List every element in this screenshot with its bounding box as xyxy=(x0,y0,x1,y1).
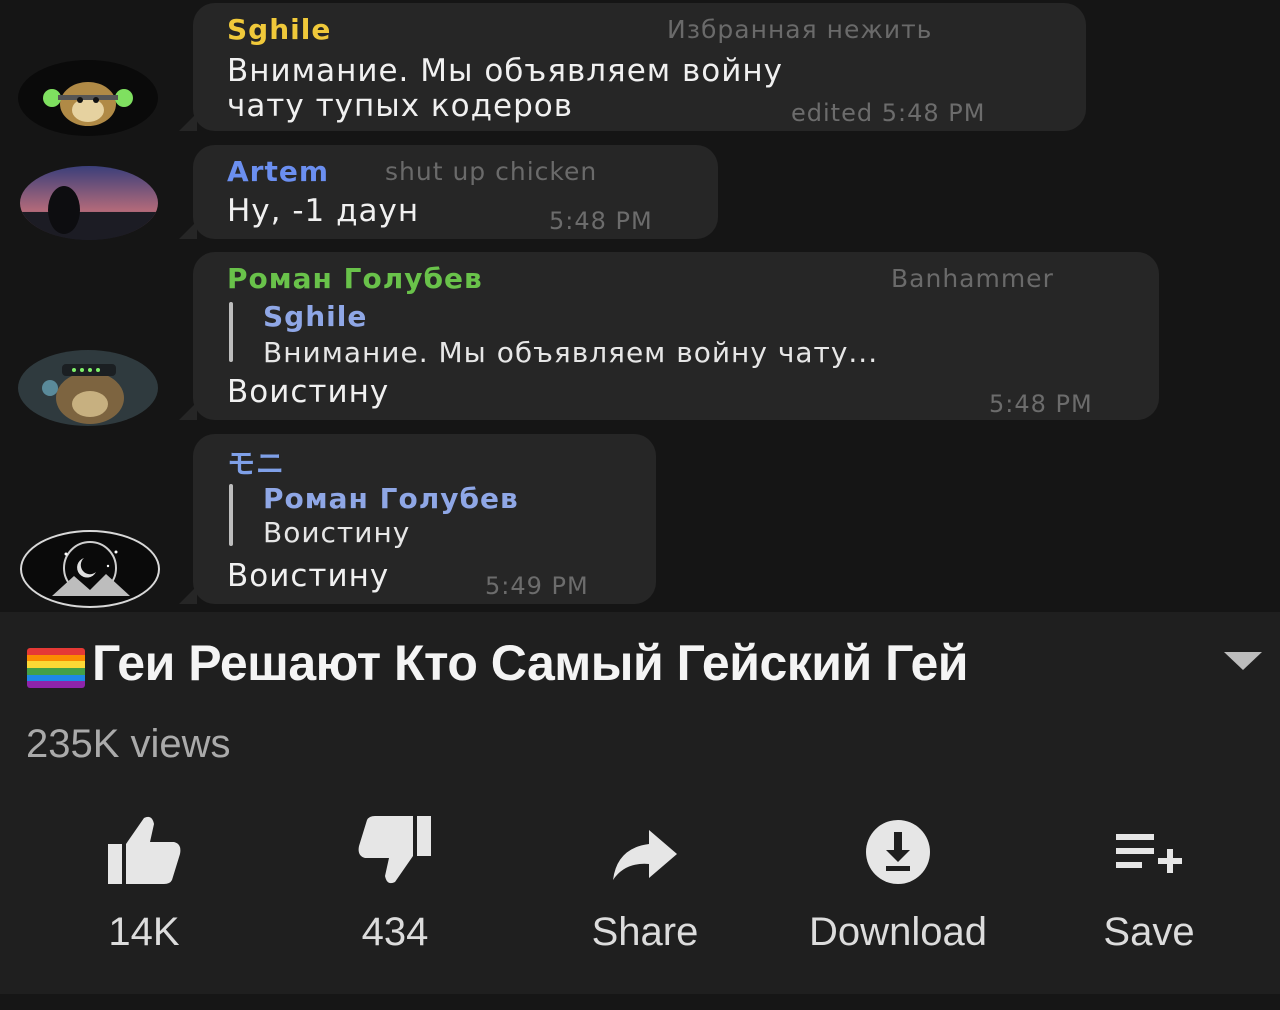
message-bubble[interactable]: Artem shut up chicken Ну, -1 даун 5:48 P… xyxy=(179,145,718,239)
message-time: edited 5:48 PM xyxy=(791,99,986,127)
reply-text[interactable]: Внимание. Мы объявляем войну чату... xyxy=(263,336,878,369)
thumbs-up-icon xyxy=(104,812,184,893)
message-time: 5:49 PM xyxy=(485,572,589,600)
author-rank: Banhammer xyxy=(891,264,1054,293)
reply-author[interactable]: Sghile xyxy=(263,300,367,333)
chat-area: Sghile Избранная нежить Внимание. Мы объ… xyxy=(0,0,1280,612)
share-button[interactable]: Share xyxy=(530,812,760,972)
message-text: Воистину xyxy=(227,374,390,410)
message-text: Воистину xyxy=(227,558,390,594)
divider xyxy=(0,994,1280,1010)
download-button[interactable]: Download xyxy=(783,812,1013,972)
reply-quote-bar xyxy=(229,302,233,362)
video-info-panel: Геи Решают Кто Самый Гейский Гей 235K vi… xyxy=(0,612,1280,1010)
message-author[interactable]: Роман Голубев xyxy=(227,262,483,295)
rainbow-flag-icon xyxy=(27,648,85,688)
save-label: Save xyxy=(1103,910,1195,954)
reply-quote-bar xyxy=(229,484,233,546)
message-author[interactable]: モニ xyxy=(227,442,285,482)
share-label: Share xyxy=(591,910,699,954)
message-author[interactable]: Sghile xyxy=(227,13,331,46)
dislike-count: 434 xyxy=(361,910,429,954)
message-time: 5:48 PM xyxy=(989,390,1093,418)
message-text: Ну, -1 даун xyxy=(227,193,420,229)
avatar-roman[interactable] xyxy=(18,350,158,426)
save-playlist-icon xyxy=(1114,830,1184,887)
like-button[interactable]: 14K xyxy=(29,812,259,972)
download-icon xyxy=(864,818,932,891)
message-bubble[interactable]: Sghile Избранная нежить Внимание. Мы объ… xyxy=(179,3,1086,131)
chevron-down-icon[interactable] xyxy=(1224,652,1262,670)
avatar-sghile[interactable] xyxy=(18,60,158,136)
author-rank: Избранная нежить xyxy=(667,15,933,44)
message-author[interactable]: Artem xyxy=(227,155,329,188)
message-text-line: Внимание. Мы объявляем войну xyxy=(227,53,784,89)
message-time: 5:48 PM xyxy=(549,207,653,235)
save-button[interactable]: Save xyxy=(1034,812,1264,972)
share-icon xyxy=(609,826,681,887)
avatar-artem[interactable] xyxy=(20,166,158,240)
like-count: 14K xyxy=(108,910,180,954)
avatar-moni[interactable] xyxy=(20,530,160,608)
message-bubble[interactable]: Роман Голубев Banhammer Sghile Внимание.… xyxy=(179,252,1159,420)
author-rank: shut up chicken xyxy=(385,157,598,186)
reply-author[interactable]: Роман Голубев xyxy=(263,482,519,515)
thumbs-down-icon xyxy=(355,812,435,893)
video-title[interactable]: Геи Решают Кто Самый Гейский Гей xyxy=(92,634,969,692)
download-label: Download xyxy=(809,910,987,954)
reply-text[interactable]: Воистину xyxy=(263,516,410,549)
dislike-button[interactable]: 434 xyxy=(280,812,510,972)
message-text-line: чату тупых кодеров xyxy=(227,88,574,124)
message-bubble[interactable]: モニ Роман Голубев Воистину Воистину 5:49 … xyxy=(179,434,656,604)
view-count: 235K views xyxy=(26,722,231,766)
